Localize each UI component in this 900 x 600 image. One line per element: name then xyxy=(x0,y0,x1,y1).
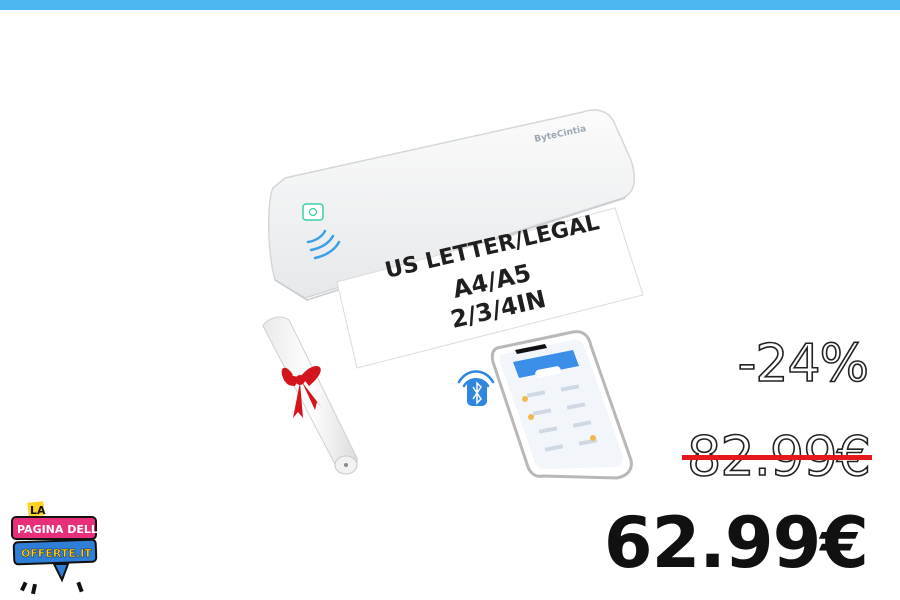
power-icon xyxy=(302,203,324,221)
original-price-strikethrough xyxy=(682,455,872,460)
discount-percentage: -24% xyxy=(737,334,870,394)
logo-text-la: LA xyxy=(30,504,46,517)
bluetooth-wifi-icon xyxy=(457,370,495,406)
sale-price: 62.99€ xyxy=(603,502,869,584)
top-accent-bar xyxy=(0,0,900,10)
smartphone xyxy=(490,330,633,480)
site-logo: LA PAGINA DELLE OFFERTE.IT xyxy=(11,501,100,595)
logo-text-pagina-delle: PAGINA DELLE xyxy=(17,523,100,536)
product-image: ByteCintia US LETTER/LEGAL A4/A5 2/3/4IN xyxy=(262,109,644,480)
logo-text-offerte: OFFERTE.IT xyxy=(21,547,92,560)
